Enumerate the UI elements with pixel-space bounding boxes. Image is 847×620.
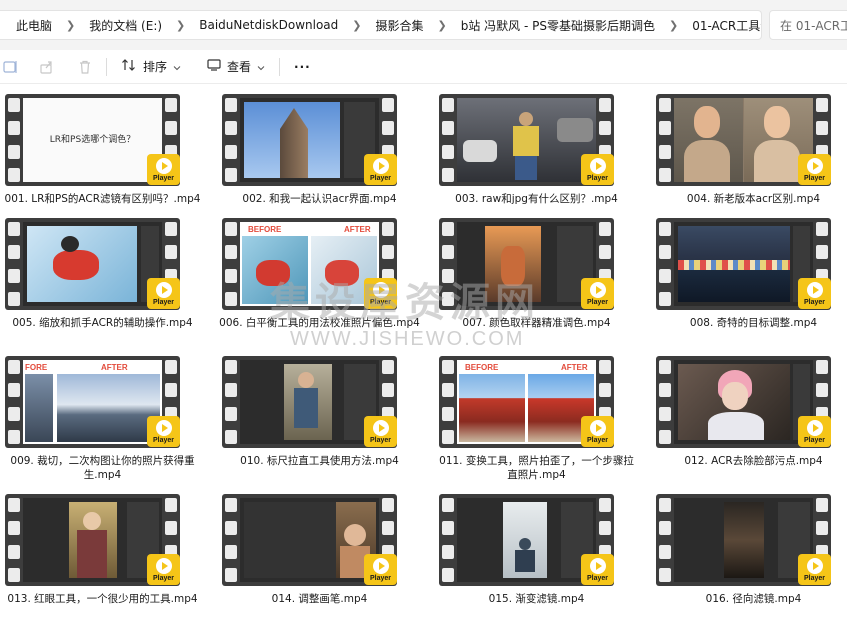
play-icon: [155, 557, 172, 574]
share-icon[interactable]: [36, 56, 58, 78]
file-name: 014. 调整画笔.mp4: [271, 593, 368, 605]
toolbar-divider: [106, 57, 107, 76]
chevron-right-icon[interactable]: ❯: [58, 19, 83, 32]
play-icon: [589, 557, 606, 574]
chevron-right-icon[interactable]: ❯: [430, 19, 455, 32]
player-badge: Player: [798, 154, 831, 185]
file-name: 003. raw和jpg有什么区别？.mp4: [455, 193, 618, 205]
file-name: 013. 红眼工具，一个很少用的工具.mp4: [7, 593, 198, 605]
chevron-right-icon[interactable]: ❯: [168, 19, 193, 32]
file-name: 005. 缩放和抓手ACR的辅助操作.mp4: [12, 317, 193, 329]
play-icon: [806, 281, 823, 298]
player-badge: Player: [581, 278, 614, 309]
file-name: 015. 渐变滤镜.mp4: [488, 593, 585, 605]
toolbar-divider: [279, 57, 281, 76]
play-icon: [372, 557, 389, 574]
view-button[interactable]: 查看: [203, 54, 269, 80]
file-name: 010. 标尺拉直工具使用方法.mp4: [240, 455, 399, 467]
file-name: 008. 奇特的目标调整.mp4: [689, 317, 818, 329]
file-item[interactable]: FORE AFTER Player 009. 裁切，二次构图让你的照片获得重生.…: [0, 346, 205, 481]
breadcrumb[interactable]: 此电脑 ❯ 我的文档 (E:) ❯ BaiduNetdiskDownload ❯…: [0, 10, 762, 40]
player-badge: Player: [147, 554, 180, 585]
search-input[interactable]: 在 01-ACR工具介绍 中搜索: [769, 10, 847, 40]
file-item[interactable]: BEFORE AFTER Player 006. 白平衡工具的用法校准照片偏色.…: [217, 208, 422, 333]
chevron-down-icon: [173, 60, 181, 74]
player-badge: Player: [364, 278, 397, 309]
address-row: 此电脑 ❯ 我的文档 (E:) ❯ BaiduNetdiskDownload ❯…: [0, 0, 847, 50]
breadcrumb-item-drive-e[interactable]: 我的文档 (E:): [83, 17, 168, 34]
play-icon: [806, 157, 823, 174]
file-item[interactable]: Player 008. 奇特的目标调整.mp4: [651, 208, 847, 333]
view-icon: [207, 59, 221, 74]
player-badge: Player: [364, 154, 397, 185]
delete-icon[interactable]: [74, 56, 96, 78]
play-icon: [155, 157, 172, 174]
file-item[interactable]: Player 003. raw和jpg有什么区别？.mp4: [434, 84, 639, 209]
player-badge: Player: [798, 416, 831, 447]
sort-icon: [121, 58, 137, 75]
player-badge: Player: [581, 554, 614, 585]
breadcrumb-item-course[interactable]: b站 冯默风 - PS零基础摄影后期调色: [455, 17, 661, 34]
breadcrumb-item-photo-collection[interactable]: 摄影合集: [370, 17, 430, 34]
breadcrumb-item-current[interactable]: 01-ACR工具介绍: [686, 17, 761, 34]
player-badge: Player: [798, 554, 831, 585]
chevron-right-icon[interactable]: ❯: [344, 19, 369, 32]
breadcrumb-item-baidu[interactable]: BaiduNetdiskDownload: [193, 18, 344, 32]
file-item[interactable]: Player 016. 径向滤镜.mp4: [651, 484, 847, 609]
file-name: 007. 颜色取样器精准调色.mp4: [462, 317, 611, 329]
chevron-right-icon[interactable]: ❯: [661, 19, 686, 32]
more-icon: ···: [294, 59, 311, 74]
file-item[interactable]: Player 012. ACR去除脸部污点.mp4: [651, 346, 847, 471]
player-badge: Player: [147, 154, 180, 185]
file-item[interactable]: Player 004. 新老版本acr区别.mp4: [651, 84, 847, 209]
more-options-button[interactable]: ···: [290, 54, 315, 80]
file-item[interactable]: Player 005. 缩放和抓手ACR的辅助操作.mp4: [0, 208, 205, 333]
file-grid: LR和PS选哪个调色？ Player 001. LR和PS的ACR滤镜有区别吗？…: [0, 84, 847, 620]
play-icon: [155, 419, 172, 436]
file-item[interactable]: BEFORE AFTER Player 011. 变换工具，照片拍歪了，一个步骤…: [434, 346, 639, 481]
file-name: 016. 径向滤镜.mp4: [705, 593, 802, 605]
file-item[interactable]: LR和PS选哪个调色？ Player 001. LR和PS的ACR滤镜有区别吗？…: [0, 84, 205, 209]
rename-icon[interactable]: [0, 56, 22, 78]
file-name: 001. LR和PS的ACR滤镜有区别吗？.mp4: [4, 193, 201, 205]
file-name: 004. 新老版本acr区别.mp4: [686, 193, 821, 205]
player-badge: Player: [147, 278, 180, 309]
file-item[interactable]: Player 002. 和我一起认识acr界面.mp4: [217, 84, 422, 209]
breadcrumb-item-this-pc[interactable]: 此电脑: [0, 17, 58, 34]
thumbnail-title: LR和PS选哪个调色？: [49, 135, 136, 145]
player-badge: Player: [147, 416, 180, 447]
play-icon: [589, 281, 606, 298]
play-icon: [372, 157, 389, 174]
play-icon: [589, 419, 606, 436]
play-icon: [589, 157, 606, 174]
chevron-down-icon: [257, 60, 265, 74]
file-item[interactable]: Player 015. 渐变滤镜.mp4: [434, 484, 639, 609]
file-item[interactable]: Player 010. 标尺拉直工具使用方法.mp4: [217, 346, 422, 471]
play-icon: [806, 419, 823, 436]
play-icon: [155, 281, 172, 298]
player-badge: Player: [798, 278, 831, 309]
player-badge: Player: [581, 416, 614, 447]
file-item[interactable]: Player 014. 调整画笔.mp4: [217, 484, 422, 609]
sort-button[interactable]: 排序: [117, 54, 185, 80]
file-name: 002. 和我一起认识acr界面.mp4: [242, 193, 397, 205]
file-item[interactable]: Player 007. 颜色取样器精准调色.mp4: [434, 208, 639, 333]
file-name: 009. 裁切，二次构图让你的照片获得重生.mp4: [10, 455, 195, 481]
command-bar: 排序 查看 ···: [0, 50, 847, 84]
player-badge: Player: [364, 554, 397, 585]
play-icon: [372, 281, 389, 298]
file-name: 012. ACR去除脸部污点.mp4: [684, 455, 823, 467]
file-name: 006. 白平衡工具的用法校准照片偏色.mp4: [219, 317, 420, 329]
file-item[interactable]: Player 013. 红眼工具，一个很少用的工具.mp4: [0, 484, 205, 609]
play-icon: [806, 557, 823, 574]
file-name: 011. 变换工具，照片拍歪了，一个步骤拉直照片.mp4: [439, 455, 634, 481]
player-badge: Player: [364, 416, 397, 447]
play-icon: [372, 419, 389, 436]
player-badge: Player: [581, 154, 614, 185]
